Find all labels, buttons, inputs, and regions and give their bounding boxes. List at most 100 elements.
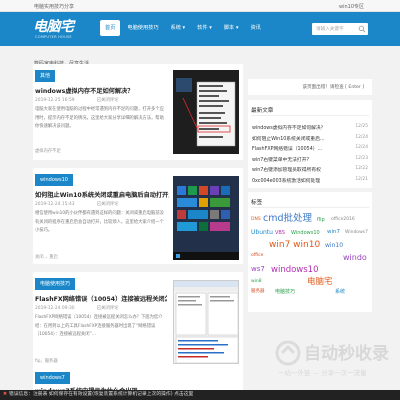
post-date: 2019-12-25 16:59 [35, 98, 75, 103]
post-comment-status: 已关闭评论 [96, 202, 119, 207]
tag-link[interactable]: office2016 [331, 217, 355, 223]
recent-post-item[interactable]: win7右键菜单中无法打开? 12/23 [252, 156, 370, 167]
tag-link[interactable]: flip [317, 218, 325, 223]
tag-link[interactable]: Windows7 [345, 230, 368, 236]
watermark-main-text: 自动秒收录 [304, 343, 389, 364]
nav-item-system[interactable]: 系统 ▾ [166, 20, 191, 36]
post-date: 2019-12-24 15:43 [35, 202, 75, 207]
tag-link[interactable]: 服务器 [251, 289, 265, 295]
tag-link[interactable]: Windows10 [291, 231, 320, 236]
watermark-overlay: 自动秒收录 一站一外链 — 分享一次一流量 [270, 335, 400, 383]
tag-link[interactable]: windo [343, 254, 367, 262]
post-comment-status: 已关闭评论 [96, 98, 119, 103]
nav-item-script[interactable]: 脚本 ▾ [219, 20, 244, 36]
divider [251, 207, 369, 208]
tag-link[interactable]: DNS [251, 217, 261, 223]
post-date: 2019-12-24 09:30 [35, 306, 75, 311]
tags-panel: 标签 DNS cmd批处理 flip office2016 Ubuntu VBS… [248, 192, 372, 312]
recent-post-item[interactable]: win7右键添加管理员取得所有权 12/22 [252, 166, 370, 177]
tag-link[interactable]: VBS [275, 231, 285, 236]
recent-post-date: 12/23 [355, 155, 368, 161]
site-logo[interactable]: 电脑宅 COMPUTER HOUSE [33, 16, 88, 43]
recent-post-date: 12/25 [355, 124, 368, 129]
recent-post-item[interactable]: 0xc004e003系统激活如何处理 12/21 [252, 177, 370, 188]
main-nav: 首页 电脑使用技巧 系统 ▾ 软件 ▾ 脚本 ▾ 资讯 [100, 20, 268, 36]
tag-link[interactable]: win8 [251, 279, 262, 285]
recent-post-item[interactable]: FlashFXP网络错误（10054）… 12/24 [252, 145, 370, 156]
context-menu-screenshot [173, 70, 239, 154]
notice-bar: 该页面出错！请检查 [ Enter ] [248, 79, 372, 95]
post-title[interactable]: FlashFX网络错误（10054）连接被远程关闭怎么办？ [35, 294, 167, 303]
tags-title: 标签 [251, 200, 263, 206]
tag-link[interactable]: 电脑宅 [307, 278, 333, 287]
post-list: 其他 windows虚拟内存不足如何解决？ 2019-12-25 16:59 已关… [33, 64, 243, 400]
post-category[interactable]: windows7 [35, 372, 70, 384]
post-card: 电脑使用技巧 FlashFX网络错误（10054）连接被远程关闭怎么办？ 201… [33, 272, 243, 368]
tag-link[interactable]: windows10 [271, 266, 319, 275]
recent-posts-list: windows虚拟内存不足如何解决？ 12/25 如何阻止Win10系统关闭或重启… [252, 124, 370, 187]
post-tags[interactable]: 虚拟内存不足 [35, 148, 61, 154]
post-title[interactable]: windows虚拟内存不足如何解决？ [35, 86, 167, 95]
recent-posts-title: 最新文章 [251, 108, 274, 114]
recent-post-title[interactable]: 0xc004e003系统激活如何处理 [252, 177, 348, 184]
post-excerpt: 电脑大家在使用电脑的过程中经常遇到内存不足的问题，打开多个应用时，提示内存不足的… [35, 107, 164, 130]
post-comment-status: 已关闭评论 [96, 306, 119, 311]
post-meta: 2019-12-24 09:30 已关闭评论 [35, 305, 119, 311]
recent-post-title[interactable]: win7右键菜单中无法打开? [252, 156, 348, 163]
recent-post-date: 12/24 [355, 145, 368, 150]
ftp-client-screenshot [174, 281, 238, 363]
recent-post-date: 12/22 [355, 166, 368, 171]
nav-item-news[interactable]: 资讯 [245, 20, 265, 36]
tag-link[interactable]: office [251, 253, 263, 259]
recent-post-title[interactable]: 如何阻止Win10系统关闭或重启… [252, 135, 348, 142]
post-thumbnail[interactable] [173, 70, 239, 154]
status-bar-text[interactable]: 错误信息：注册表 如何保存在有效设置(恢复装置系统计算机记录上次的操作) 点击这… [9, 392, 193, 397]
close-icon[interactable]: ✖ [3, 392, 7, 397]
top-bar-left-text: 电脑实用技巧分享 [34, 4, 75, 10]
status-bar: ✖ 错误信息：注册表 如何保存在有效设置(恢复装置系统计算机记录上次的操作) 点击… [0, 390, 400, 400]
search-input[interactable]: 请输入关键字 [316, 26, 344, 32]
recent-post-title[interactable]: win7右键添加管理员取得所有权 [252, 166, 348, 173]
header: 电脑宅 COMPUTER HOUSE 首页 电脑使用技巧 系统 ▾ 软件 ▾ 脚… [0, 12, 400, 46]
recent-post-item[interactable]: 如何阻止Win10系统关闭或重启… 12/24 [252, 135, 370, 146]
recent-post-title[interactable]: FlashFXP网络错误（10054）… [252, 145, 348, 152]
watermark-sub-text: 一站一外链 — 分享一次一流量 [278, 368, 367, 377]
recent-post-title[interactable]: windows虚拟内存不足如何解决？ [252, 124, 348, 131]
watermark-logo-icon: 自动秒收录 一站一外链 — 分享一次一流量 [275, 340, 389, 377]
tag-link[interactable]: 系统 [335, 290, 345, 295]
tag-cloud: DNS cmd批处理 flip office2016 Ubuntu VBS Wi… [251, 214, 369, 304]
post-card: 其他 windows虚拟内存不足如何解决？ 2019-12-25 16:59 已关… [33, 64, 243, 160]
notice-text: 该页面出错！请检查 [ Enter ] [302, 85, 364, 90]
nav-item-tips[interactable]: 电脑使用技巧 [122, 20, 163, 36]
nav-item-home[interactable]: 首页 [100, 20, 121, 36]
post-title[interactable]: 如何阻止Win10系统关闭或重启电脑后自动打开之前未关闭的… [35, 190, 169, 199]
post-tags[interactable]: fip，服务器 [35, 358, 58, 364]
search-icon[interactable] [358, 25, 366, 33]
nav-item-software[interactable]: 软件 ▾ [192, 20, 217, 36]
search-box[interactable]: 请输入关键字 [312, 23, 368, 35]
tag-link[interactable]: Ubuntu [251, 230, 273, 236]
post-meta: 2019-12-25 16:59 已关闭评论 [35, 97, 119, 103]
post-category[interactable]: windows10 [35, 174, 73, 186]
post-thumbnail[interactable] [173, 176, 239, 260]
recent-post-item[interactable]: windows虚拟内存不足如何解决？ 12/25 [252, 124, 370, 135]
post-excerpt: 相信使用win10的小伙伴都有遇到这样的问题：关闭或重启电脑前没有关闭的程序在重… [35, 211, 164, 234]
tag-link[interactable]: win7 [327, 229, 340, 236]
tag-link[interactable]: win10 [325, 243, 343, 249]
recent-post-date: 12/21 [355, 176, 368, 182]
post-tags[interactable]: 关闭 ，重启 [35, 254, 58, 260]
post-card: windows10 如何阻止Win10系统关闭或重启电脑后自动打开之前未关闭的…… [33, 168, 243, 264]
logo-subtext: COMPUTER HOUSE [35, 35, 72, 39]
tag-link[interactable]: win7 win10 [269, 241, 320, 250]
post-meta: 2019-12-24 15:43 已关闭评论 [35, 201, 119, 207]
tag-link[interactable]: ws7 [251, 266, 265, 273]
tag-link[interactable]: cmd批处理 [263, 214, 312, 224]
divider [251, 115, 369, 116]
post-excerpt: FlashFXP网络错误（10054）连接被远程关闭怎么办？下面为您介绍：在用到… [35, 315, 163, 338]
post-thumbnail[interactable] [173, 280, 239, 364]
tag-link[interactable]: 电脑技巧 [275, 290, 295, 295]
post-category[interactable]: 其他 [35, 70, 56, 82]
post-category[interactable]: 电脑使用技巧 [35, 278, 76, 290]
start-menu-screenshot [173, 176, 239, 260]
top-bar-right-link[interactable]: win10专区 [339, 3, 364, 10]
